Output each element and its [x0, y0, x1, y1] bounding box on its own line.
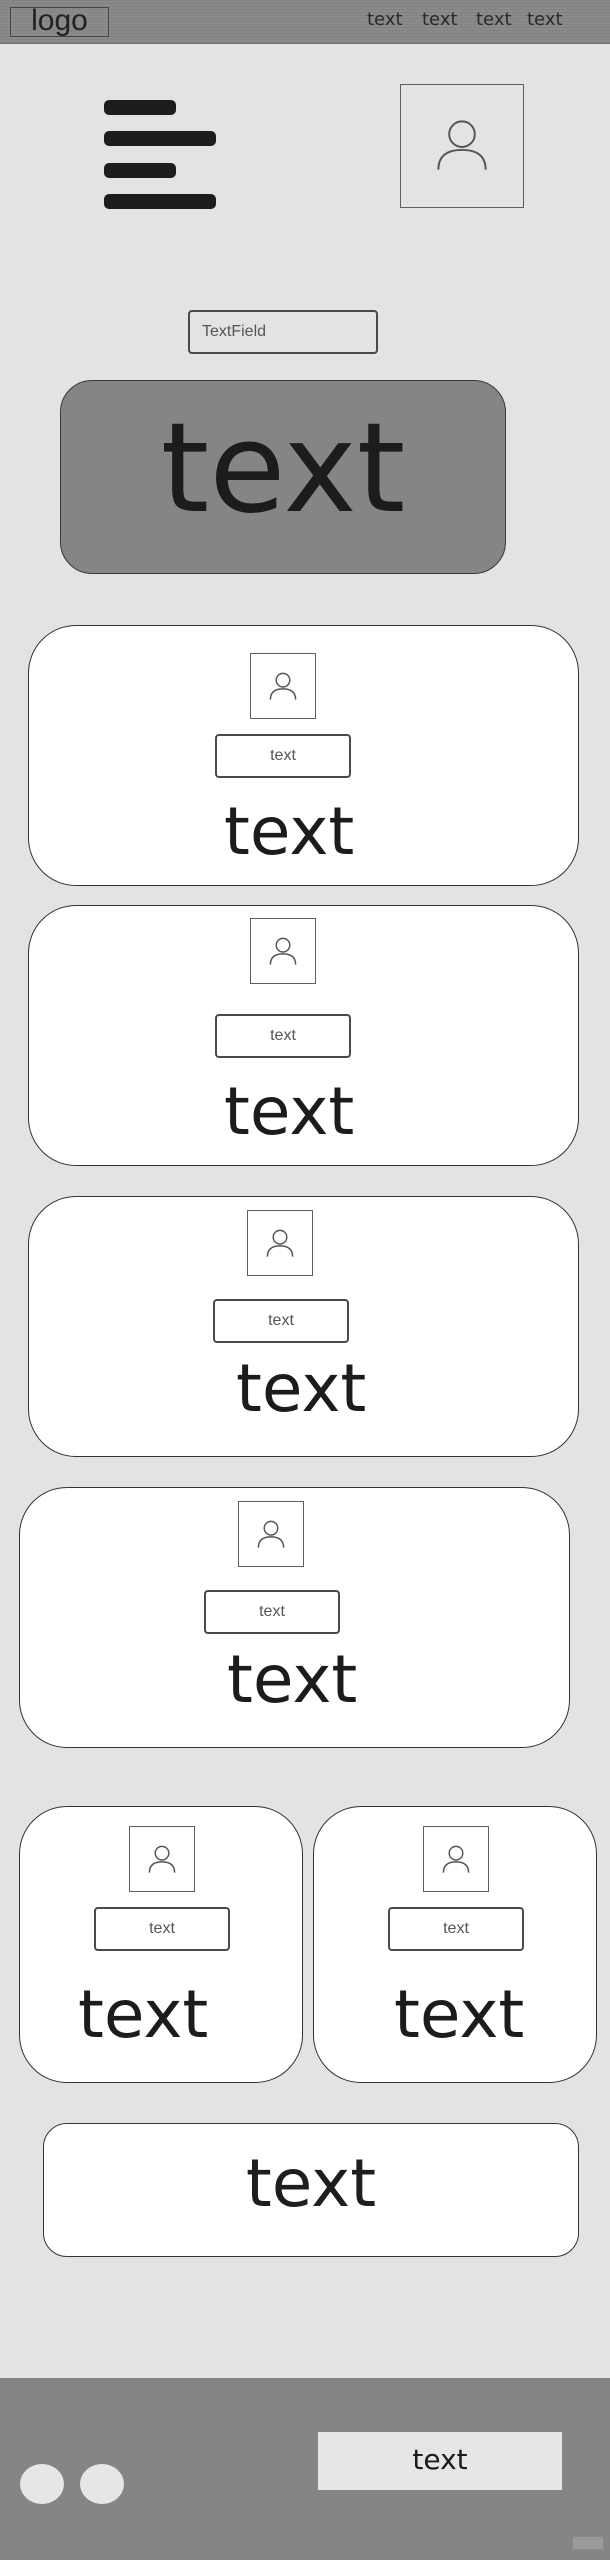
footer-button[interactable]: text — [318, 2432, 562, 2490]
menu-line — [104, 131, 216, 146]
card-text: text — [227, 1641, 358, 1718]
user-icon — [442, 1845, 470, 1873]
card-image — [129, 1826, 195, 1892]
content-card: text text — [19, 1806, 303, 2083]
user-icon — [437, 120, 487, 170]
nav-link-4[interactable]: text — [527, 9, 563, 30]
nav-link-1[interactable]: text — [367, 9, 403, 30]
card-image — [247, 1210, 313, 1276]
user-icon — [269, 937, 297, 965]
card-image — [238, 1501, 304, 1567]
card-text: text — [394, 1976, 525, 2053]
footer-dot[interactable] — [80, 2464, 124, 2504]
card-button[interactable]: text — [388, 1907, 524, 1951]
content-card: text text — [313, 1806, 597, 2083]
user-icon — [148, 1845, 176, 1873]
logo[interactable]: logo — [10, 6, 109, 37]
card-text: text — [78, 1976, 209, 2053]
hamburger-icon[interactable] — [104, 100, 216, 212]
content-card: text text — [28, 905, 579, 1166]
wide-text-card: text — [43, 2123, 579, 2257]
card-button[interactable]: text — [204, 1590, 340, 1634]
card-button[interactable]: text — [94, 1907, 230, 1951]
card-image — [250, 653, 316, 719]
menu-line — [104, 194, 216, 209]
menu-line — [104, 163, 176, 178]
user-icon — [269, 672, 297, 700]
top-navigation-bar: logo text text text text — [0, 0, 610, 44]
user-icon — [257, 1520, 285, 1548]
text-field[interactable]: TextField — [188, 310, 378, 354]
card-button[interactable]: text — [213, 1299, 349, 1343]
user-icon — [266, 1229, 294, 1257]
hero-banner: text — [60, 380, 506, 574]
content-card: text text — [28, 1196, 579, 1457]
card-image — [423, 1826, 489, 1892]
card-text: text — [224, 793, 355, 870]
card-button[interactable]: text — [215, 1014, 351, 1058]
footer-dot[interactable] — [20, 2464, 64, 2504]
corner-handle[interactable] — [572, 2536, 604, 2550]
card-text: text — [224, 1073, 355, 1150]
content-card: text text — [19, 1487, 570, 1748]
card-text: text — [236, 1350, 367, 1427]
card-button[interactable]: text — [215, 734, 351, 778]
content-card: text text — [28, 625, 579, 886]
nav-link-3[interactable]: text — [476, 9, 512, 30]
card-image — [250, 918, 316, 984]
nav-link-2[interactable]: text — [422, 9, 458, 30]
profile-avatar[interactable] — [400, 84, 524, 208]
menu-line — [104, 100, 176, 115]
